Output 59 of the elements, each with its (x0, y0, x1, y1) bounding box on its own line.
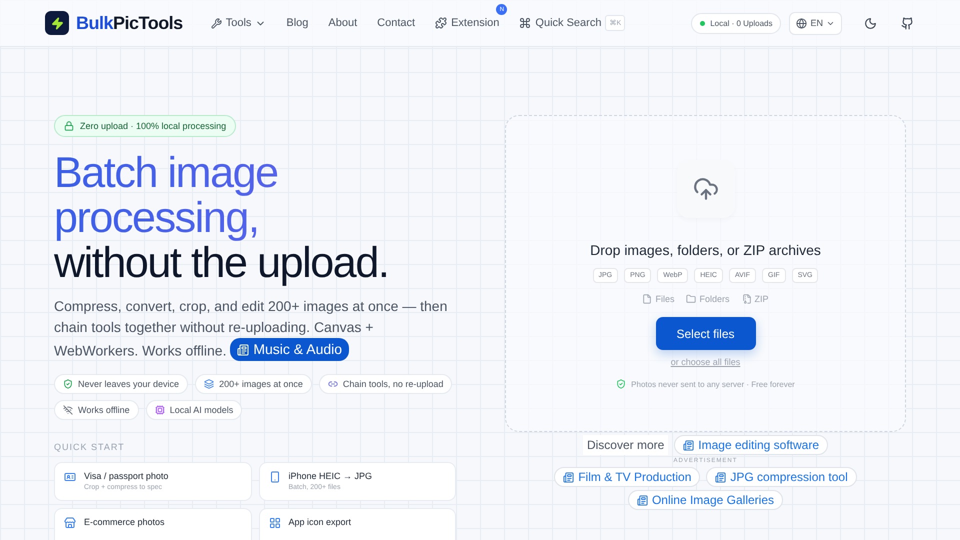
link-icon (328, 378, 338, 388)
shield-icon (616, 379, 626, 389)
card-title: App icon export (288, 516, 352, 526)
status-pill: Local · 0 Uploads (691, 12, 782, 34)
wrench-icon (210, 18, 222, 28)
brand-name[interactable]: BulkPicTools (76, 12, 183, 34)
wifi-off-icon (63, 404, 73, 414)
source-option: ZIP (742, 294, 769, 304)
card-title: Visa / passport photo (84, 470, 168, 480)
source-option: Folders (686, 294, 730, 304)
drop-title: Drop images, folders, or ZIP archives (590, 242, 821, 258)
feature-chip: Local AI models (146, 400, 242, 420)
layers-icon (204, 378, 214, 388)
zero-upload-badge: Zero upload · 100% local processing (54, 115, 236, 137)
feature-chip: Works offline (54, 400, 139, 420)
chip-icon (154, 404, 165, 414)
feature-chip: 200+ images at once (195, 374, 312, 394)
ad-link[interactable]: Online Image Galleries (628, 490, 784, 510)
article-icon (237, 344, 250, 356)
puzzle-icon (435, 17, 448, 29)
id-card-icon (64, 470, 76, 482)
lightning-logo-icon (45, 11, 69, 35)
language-button[interactable]: EN (789, 12, 842, 34)
command-icon (519, 17, 532, 29)
ad-link[interactable]: JPG compression tool (706, 467, 857, 487)
privacy-note: Photos never sent to any server · Free forever (631, 380, 795, 388)
folder-icon (686, 294, 696, 304)
card-title: iPhone HEIC → JPG (288, 470, 372, 480)
hero-description: Compress, convert, crop, and edit 200+ images at once — then chain tools together without re-uploading. Canvas + WebWorkers. Works offline. Music & Audio (54, 296, 456, 362)
archive-icon (742, 294, 752, 304)
nav-link[interactable]: Contact (377, 17, 416, 29)
nav-link[interactable]: About (328, 17, 358, 29)
ad-link[interactable]: Film & TV Production (554, 467, 700, 487)
ad-link[interactable]: Image editing software (674, 435, 828, 455)
article-icon (563, 472, 574, 482)
music-audio-link[interactable]: Music & Audio (230, 338, 350, 361)
grid-icon (268, 516, 280, 528)
quick-start-card[interactable]: E-commerce photos (54, 508, 252, 540)
article-icon (683, 440, 694, 450)
article-icon (715, 472, 726, 482)
store-icon (64, 516, 76, 528)
discover-more-label: Discover more (582, 435, 668, 455)
shield-icon (63, 378, 73, 388)
status-dot-icon (700, 20, 706, 26)
lock-icon (64, 121, 74, 131)
card-title: E-commerce photos (84, 516, 165, 526)
file-icon (642, 294, 652, 304)
select-files-button[interactable]: Select files (656, 317, 756, 350)
feature-chip: Never leaves your device (54, 374, 188, 394)
tools-menu[interactable]: Tools (210, 17, 266, 29)
quick-search-link[interactable]: Quick Search (519, 17, 602, 29)
phone-icon (268, 470, 280, 482)
feature-chip: Chain tools, no re-upload (318, 374, 452, 394)
quick-start-heading: QUICK START (54, 442, 126, 452)
source-option: Files (642, 294, 674, 304)
globe-icon (796, 18, 808, 28)
nav-link[interactable]: Blog (286, 17, 308, 29)
article-icon (636, 494, 648, 506)
quick-start-card[interactable]: App icon export (258, 508, 456, 540)
